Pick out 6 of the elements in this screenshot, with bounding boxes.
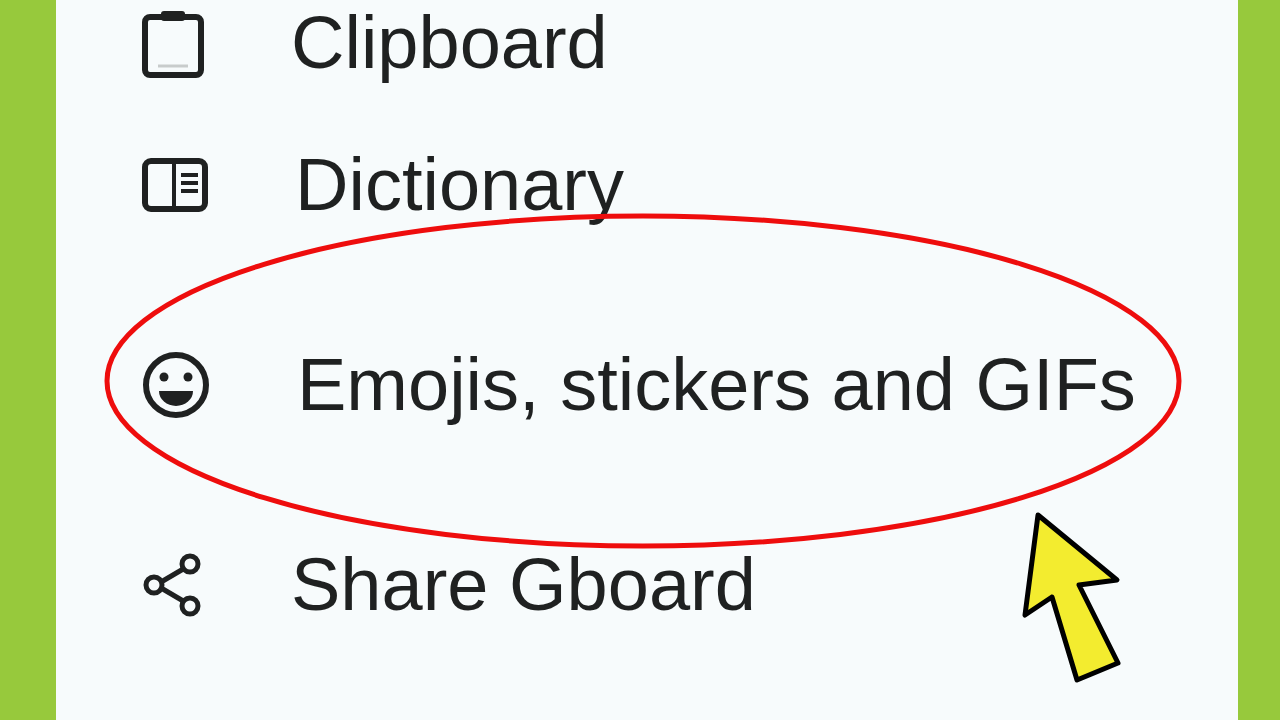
menu-item[interactable]: Emojis, stickers and GIFs — [56, 285, 1238, 485]
smiley-icon — [142, 351, 210, 419]
dictionary-icon — [142, 158, 208, 212]
menu-item[interactable]: Share Gboard — [56, 485, 1238, 685]
menu-item[interactable]: Clipboard — [56, 0, 1238, 85]
menu-item[interactable]: Dictionary — [56, 85, 1238, 285]
